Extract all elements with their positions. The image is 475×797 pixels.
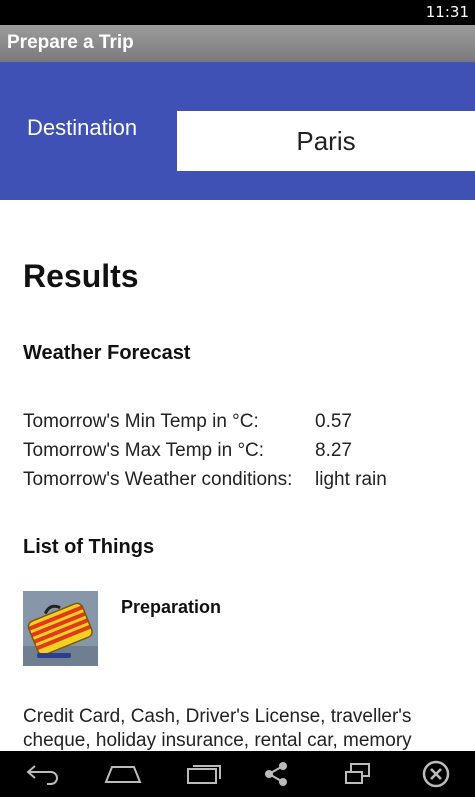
home-icon[interactable] bbox=[103, 757, 143, 791]
back-icon[interactable] bbox=[23, 757, 63, 791]
suitcase-image bbox=[23, 591, 98, 666]
recent-apps-icon[interactable] bbox=[184, 757, 224, 791]
max-temp-value: 8.27 bbox=[315, 440, 352, 461]
results-content[interactable]: Results Weather Forecast Tomorrow's Min … bbox=[0, 200, 475, 751]
title-bar: Prepare a Trip bbox=[0, 25, 475, 62]
min-temp-value: 0.57 bbox=[315, 411, 352, 432]
thing-description: Credit Card, Cash, Driver's License, tra… bbox=[23, 706, 412, 751]
status-bar: 11:31 bbox=[0, 0, 475, 25]
conditions-value: light rain bbox=[315, 469, 387, 490]
destination-input[interactable] bbox=[177, 111, 475, 171]
min-temp-label: Tomorrow's Min Temp in °C: bbox=[23, 411, 259, 432]
share-icon[interactable] bbox=[256, 757, 296, 791]
results-heading: Results bbox=[23, 258, 139, 294]
navigation-bar bbox=[0, 751, 475, 797]
max-temp-label: Tomorrow's Max Temp in °C: bbox=[23, 440, 265, 461]
destination-panel: Destination bbox=[0, 62, 475, 200]
close-icon[interactable] bbox=[416, 757, 456, 791]
weather-row-min-temp: Tomorrow's Min Temp in °C: 0.57 bbox=[23, 411, 352, 433]
status-time: 11:31 bbox=[425, 3, 469, 21]
thing-title: Preparation bbox=[121, 597, 222, 617]
app-title: Prepare a Trip bbox=[7, 32, 134, 53]
conditions-label: Tomorrow's Weather conditions: bbox=[23, 469, 293, 490]
screen-icon[interactable] bbox=[338, 757, 378, 791]
weather-row-max-temp: Tomorrow's Max Temp in °C: 8.27 bbox=[23, 440, 352, 462]
weather-row-conditions: Tomorrow's Weather conditions: light rai… bbox=[23, 469, 387, 491]
list-of-things-heading: List of Things bbox=[23, 536, 155, 558]
destination-label: Destination bbox=[27, 115, 138, 140]
weather-forecast-heading: Weather Forecast bbox=[23, 342, 191, 364]
